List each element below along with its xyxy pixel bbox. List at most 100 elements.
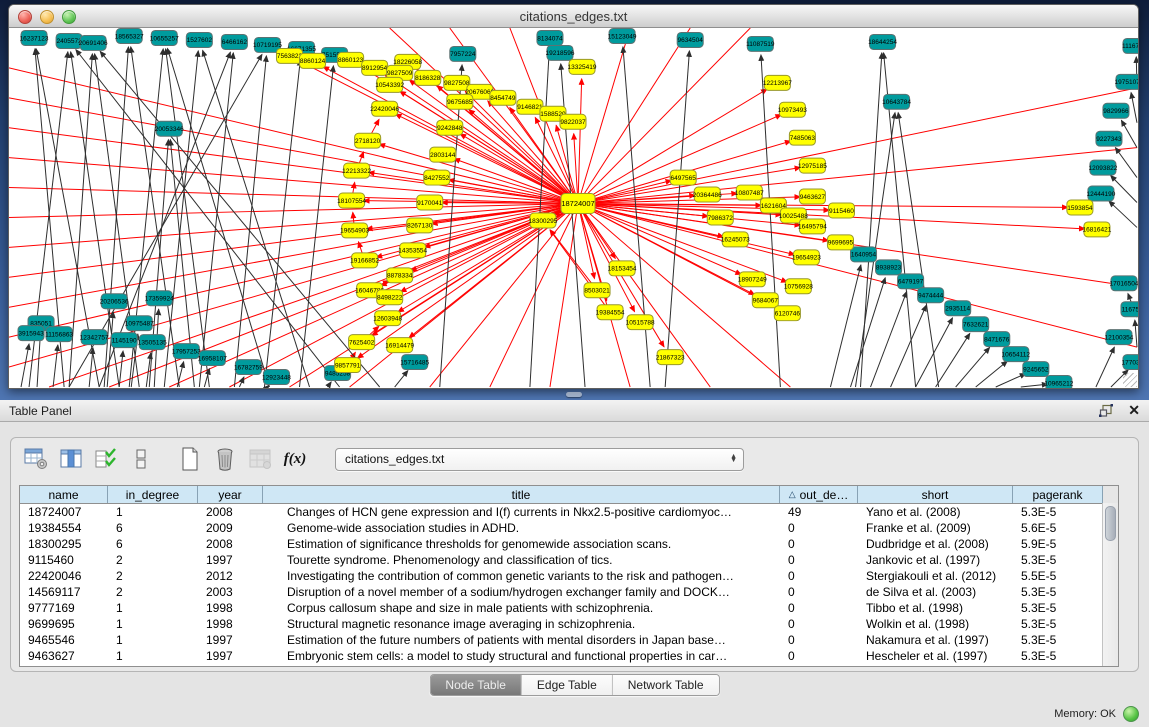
cell-name[interactable]: 9463627 bbox=[20, 649, 108, 663]
graph-node[interactable]: 20053346 bbox=[155, 121, 184, 136]
cell-short[interactable]: Dudbridge et al. (2008) bbox=[858, 537, 1013, 551]
graph-node[interactable]: 9170041 bbox=[417, 195, 443, 210]
graph-node[interactable]: 2718120 bbox=[355, 133, 381, 148]
graph-node[interactable]: 6466162 bbox=[221, 34, 247, 49]
graph-node[interactable]: 8186328 bbox=[415, 70, 441, 85]
graph-node[interactable]: 17957253 bbox=[172, 344, 201, 359]
graph-node[interactable]: 6479197 bbox=[898, 274, 924, 289]
cell-short[interactable]: Nakamura et al. (1997) bbox=[858, 633, 1013, 647]
graph-node[interactable]: 18300295 bbox=[528, 213, 557, 228]
graph-node[interactable]: 12603948 bbox=[373, 311, 402, 326]
graph-node[interactable]: 9115460 bbox=[828, 203, 854, 218]
graph-node[interactable]: 9827508 bbox=[444, 75, 470, 90]
cell-title[interactable]: Tourette syndrome. Phenomenology and cla… bbox=[263, 553, 780, 567]
graph-node[interactable]: 16816421 bbox=[1082, 222, 1111, 237]
graph-node[interactable]: 9227343 bbox=[1096, 131, 1122, 146]
graph-node[interactable]: 16958107 bbox=[198, 351, 227, 366]
graph-node[interactable]: 10973493 bbox=[778, 102, 807, 117]
graph-node[interactable]: 17703549 bbox=[1122, 355, 1138, 370]
cell-in-degree[interactable]: 1 bbox=[108, 601, 198, 615]
graph-node[interactable]: 9245652 bbox=[1023, 362, 1049, 377]
table-row[interactable]: 946362711997Embryonic stem cells: a mode… bbox=[20, 648, 1118, 664]
graph-node[interactable]: 8134074 bbox=[537, 30, 563, 45]
graph-node[interactable]: 7632621 bbox=[963, 317, 989, 332]
column-visibility-button[interactable] bbox=[58, 446, 84, 472]
cell-out-degree[interactable]: 0 bbox=[780, 553, 858, 567]
cell-pagerank[interactable]: 5.3E-5 bbox=[1013, 633, 1103, 647]
graph-node[interactable]: 8498222 bbox=[377, 290, 403, 305]
delete-column-button[interactable] bbox=[212, 446, 238, 472]
graph-node[interactable]: 13325419 bbox=[568, 59, 597, 74]
cell-year[interactable]: 1997 bbox=[198, 649, 263, 663]
cell-short[interactable]: Jankovic et al. (1997) bbox=[858, 553, 1013, 567]
cell-name[interactable]: 14569117 bbox=[20, 585, 108, 599]
graph-node[interactable]: 1527602 bbox=[186, 32, 212, 47]
graph-node[interactable]: 12444190 bbox=[1086, 186, 1115, 201]
graph-node[interactable]: 9699695 bbox=[827, 235, 853, 250]
cell-in-degree[interactable]: 2 bbox=[108, 553, 198, 567]
cell-in-degree[interactable]: 6 bbox=[108, 521, 198, 535]
cell-out-degree[interactable]: 0 bbox=[780, 601, 858, 615]
graph-node[interactable]: 7485063 bbox=[789, 130, 815, 145]
graph-node[interactable]: 7563822 bbox=[276, 48, 302, 63]
graph-node[interactable]: 8860124 bbox=[300, 53, 326, 68]
graph-node[interactable]: 6497565 bbox=[670, 170, 696, 185]
cell-pagerank[interactable]: 5.3E-5 bbox=[1013, 617, 1103, 631]
cell-pagerank[interactable]: 5.3E-5 bbox=[1013, 505, 1103, 519]
cell-name[interactable]: 19384554 bbox=[20, 521, 108, 535]
graph-node[interactable]: 20206536 bbox=[100, 294, 129, 309]
cell-year[interactable]: 1998 bbox=[198, 601, 263, 615]
graph-node[interactable]: 12213322 bbox=[342, 163, 371, 178]
graph-node[interactable]: 9634504 bbox=[677, 32, 703, 47]
column-header-pagerank[interactable]: pagerank bbox=[1013, 486, 1103, 503]
graph-node[interactable]: 1593854 bbox=[1067, 200, 1093, 215]
cell-out-degree[interactable]: 0 bbox=[780, 537, 858, 551]
cell-year[interactable]: 1998 bbox=[198, 617, 263, 631]
cell-name[interactable]: 9115460 bbox=[20, 553, 108, 567]
graph-node[interactable]: 8938923 bbox=[876, 260, 902, 275]
graph-node[interactable]: 8471676 bbox=[984, 332, 1010, 347]
graph-node[interactable]: 9463627 bbox=[799, 189, 825, 204]
table-vertical-scrollbar[interactable] bbox=[1102, 503, 1118, 666]
cell-short[interactable]: Tibbo et al. (1998) bbox=[858, 601, 1013, 615]
graph-node[interactable]: 1145190 bbox=[111, 333, 137, 348]
graph-node[interactable]: 14353554 bbox=[398, 243, 427, 258]
cell-in-degree[interactable]: 1 bbox=[108, 617, 198, 631]
graph-node[interactable]: 3915943 bbox=[18, 326, 44, 341]
cell-in-degree[interactable]: 1 bbox=[108, 649, 198, 663]
cell-pagerank[interactable]: 5.3E-5 bbox=[1013, 553, 1103, 567]
cell-out-degree[interactable]: 0 bbox=[780, 633, 858, 647]
graph-node[interactable]: 19384554 bbox=[596, 305, 625, 320]
graph-node[interactable]: 9675685 bbox=[447, 94, 473, 109]
cell-title[interactable]: Structural magnetic resonance image aver… bbox=[263, 617, 780, 631]
column-header-in-degree[interactable]: in_degree bbox=[108, 486, 198, 503]
graph-node[interactable]: 19654903 bbox=[340, 223, 369, 238]
table-row[interactable]: 1456911722003Disruption of a novel membe… bbox=[20, 584, 1118, 600]
network-view[interactable]: 1623712324055722069140618565327106552571… bbox=[9, 28, 1138, 388]
cell-year[interactable]: 2008 bbox=[198, 505, 263, 519]
graph-node[interactable]: 8912954 bbox=[362, 60, 388, 75]
graph-node[interactable]: 11156863 bbox=[45, 327, 73, 342]
table-row[interactable]: 911546021997Tourette syndrome. Phenomeno… bbox=[20, 552, 1118, 568]
network-graph[interactable]: 1623712324055722069140618565327106552571… bbox=[9, 28, 1138, 388]
cell-title[interactable]: Changes of HCN gene expression and I(f) … bbox=[263, 505, 780, 519]
graph-node[interactable]: 6120746 bbox=[774, 306, 800, 321]
cell-out-degree[interactable]: 0 bbox=[780, 649, 858, 663]
table-row[interactable]: 1830029562008Estimation of significance … bbox=[20, 536, 1118, 552]
graph-node[interactable]: 19166852 bbox=[350, 253, 379, 268]
column-header-name[interactable]: name bbox=[20, 486, 108, 503]
cell-out-degree[interactable]: 0 bbox=[780, 617, 858, 631]
memory-ok-indicator[interactable] bbox=[1123, 706, 1139, 722]
graph-node[interactable]: 12100354 bbox=[1105, 330, 1134, 345]
graph-node[interactable]: 8860123 bbox=[338, 52, 364, 67]
graph-node[interactable]: 12923448 bbox=[262, 370, 291, 385]
select-all-button[interactable] bbox=[93, 446, 119, 472]
cell-pagerank[interactable]: 5.9E-5 bbox=[1013, 537, 1103, 551]
cell-in-degree[interactable]: 1 bbox=[108, 505, 198, 519]
graph-node[interactable]: 9822037 bbox=[560, 114, 586, 129]
graph-node[interactable]: 17359924 bbox=[145, 291, 174, 306]
cell-pagerank[interactable]: 5.6E-5 bbox=[1013, 521, 1103, 535]
cell-short[interactable]: Franke et al. (2009) bbox=[858, 521, 1013, 535]
graph-node[interactable]: 1167534 bbox=[1121, 302, 1138, 317]
graph-node[interactable]: 12213967 bbox=[763, 75, 792, 90]
